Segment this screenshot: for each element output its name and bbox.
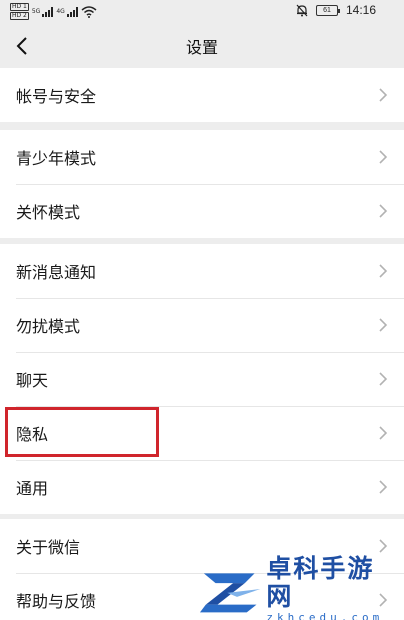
menu-item-label: 帐号与安全 (16, 87, 97, 106)
chevron-right-icon (379, 480, 388, 494)
menu-item-label: 隐私 (16, 425, 49, 444)
menu-item-account-security[interactable]: 帐号与安全 (0, 68, 404, 122)
watermark-title: 卓科手游网 (266, 554, 375, 611)
menu-item-general[interactable]: 通用 (0, 460, 404, 514)
menu-item-youth-mode[interactable]: 青少年模式 (0, 130, 404, 184)
menu-item-label: 青少年模式 (16, 149, 97, 168)
watermark: 卓科手游网 zkhcedu.com (198, 555, 398, 620)
settings-group-modes: 青少年模式 关怀模式 (0, 130, 404, 238)
chevron-right-icon (379, 426, 388, 440)
signal-icon (42, 6, 54, 17)
network-type-2: 4G (56, 8, 65, 15)
menu-item-label: 新消息通知 (16, 263, 97, 282)
sim-tags: HD 1 HD 2 (10, 3, 29, 20)
settings-group-general: 新消息通知 勿扰模式 聊天 隐私 通用 (0, 244, 404, 514)
chevron-right-icon (379, 318, 388, 332)
settings-group-account: 帐号与安全 (0, 68, 404, 122)
clock: 14:16 (345, 3, 376, 17)
menu-item-label: 勿扰模式 (16, 317, 81, 336)
menu-item-label: 聊天 (16, 371, 49, 390)
status-left: HD 1 HD 2 5G 4G (10, 3, 97, 20)
nav-bar: 设置 (0, 22, 404, 68)
watermark-text: 卓科手游网 zkhcedu.com (266, 555, 398, 620)
menu-item-chat[interactable]: 聊天 (0, 352, 404, 406)
menu-item-privacy[interactable]: 隐私 (0, 406, 404, 460)
menu-item-label: 通用 (16, 479, 49, 498)
status-right: 61 14:16 (296, 3, 376, 17)
menu-item-label: 帮助与反馈 (16, 592, 97, 611)
wifi-icon (81, 5, 97, 18)
menu-item-notifications[interactable]: 新消息通知 (0, 244, 404, 298)
mute-bell-icon (296, 4, 308, 16)
menu-item-do-not-disturb[interactable]: 勿扰模式 (0, 298, 404, 352)
watermark-url: zkhcedu.com (266, 611, 384, 620)
signal-icon-2 (66, 6, 78, 17)
chevron-right-icon (379, 264, 388, 278)
network-type-1: 5G (31, 8, 41, 15)
page-title: 设置 (185, 38, 218, 57)
menu-item-label: 关于微信 (16, 538, 81, 557)
status-bar: HD 1 HD 2 5G 4G 61 14:16 (0, 0, 404, 22)
chevron-right-icon (379, 150, 388, 164)
chevron-right-icon (379, 539, 388, 553)
battery-icon: 61 (315, 4, 340, 16)
menu-item-label: 关怀模式 (16, 203, 81, 222)
sim1-tag: HD 1 (10, 3, 29, 11)
menu-item-care-mode[interactable]: 关怀模式 (0, 184, 404, 238)
chevron-right-icon (379, 88, 388, 102)
watermark-logo-icon (199, 573, 261, 613)
chevron-right-icon (379, 204, 388, 218)
sim2-tag: HD 2 (10, 12, 29, 20)
chevron-right-icon (379, 372, 388, 386)
